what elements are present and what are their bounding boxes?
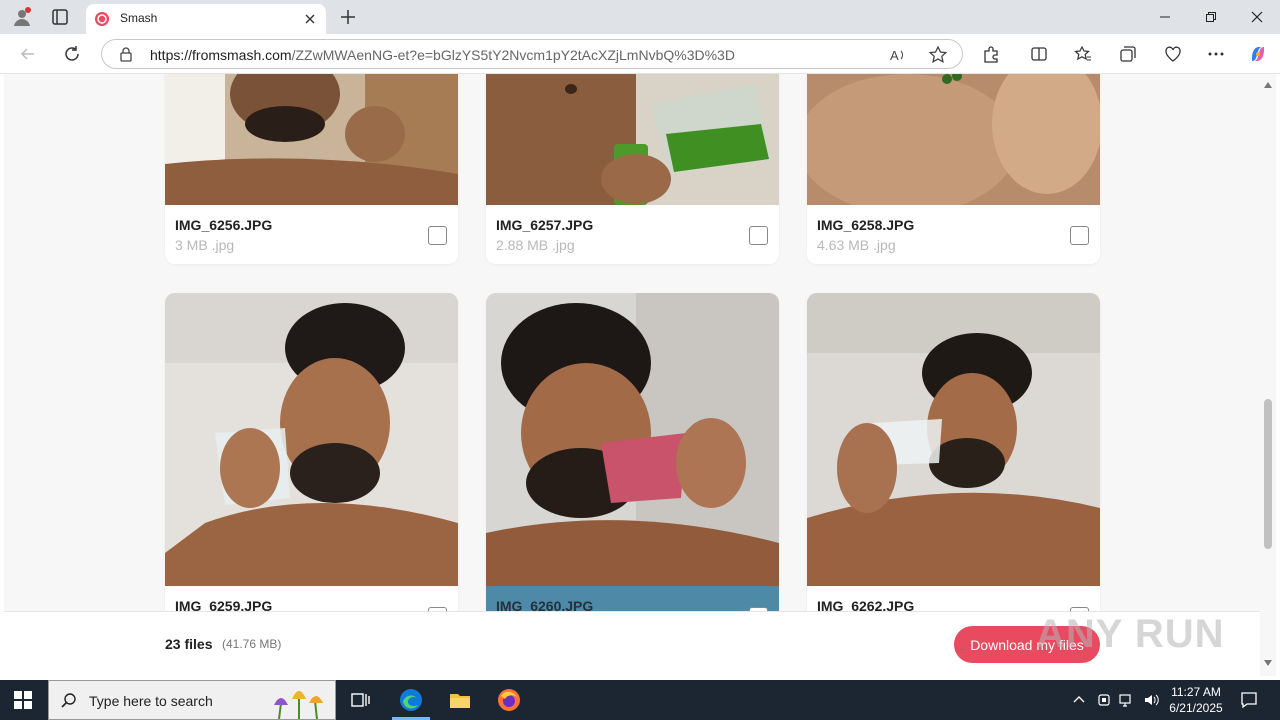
file-thumbnail[interactable] [165, 74, 458, 205]
file-card[interactable]: IMG_6259.JPG [165, 293, 458, 646]
minimize-icon [1160, 16, 1170, 18]
url-host: https://fromsmash.com [150, 47, 292, 63]
refresh-icon [65, 46, 79, 61]
taskbar-search-box[interactable]: Type here to search [48, 680, 336, 720]
file-thumbnail[interactable] [807, 293, 1100, 586]
new-tab-icon[interactable] [338, 7, 358, 27]
favorite-star-icon[interactable] [928, 45, 948, 65]
file-meta: IMG_6257.JPG 2.88 MB .jpg [486, 205, 779, 264]
browser-tab-smash[interactable]: Smash [86, 4, 326, 34]
system-clock[interactable]: 11:27 AM 6/21/2025 [1160, 684, 1232, 716]
file-select-checkbox[interactable] [428, 226, 447, 245]
file-explorer-icon[interactable] [448, 688, 472, 712]
file-card[interactable]: IMG_6256.JPG 3 MB .jpg [165, 74, 458, 264]
file-card[interactable]: IMG_6257.JPG 2.88 MB .jpg [486, 74, 779, 264]
restore-icon [1206, 12, 1216, 22]
file-size: 2.88 MB .jpg [496, 237, 575, 253]
total-size: (41.76 MB) [222, 637, 282, 651]
task-view-icon[interactable] [348, 688, 372, 712]
file-thumbnail[interactable] [165, 293, 458, 586]
settings-menu-button[interactable] [1205, 43, 1227, 65]
puzzle-icon [984, 46, 998, 63]
search-placeholder: Type here to search [89, 693, 213, 709]
file-size: 3 MB .jpg [175, 237, 235, 253]
read-aloud-icon[interactable]: A [888, 45, 908, 65]
file-name: IMG_6257.JPG [496, 217, 594, 233]
close-icon [1251, 11, 1263, 23]
more-dots-icon [1208, 52, 1224, 56]
extensions-button[interactable] [980, 43, 1002, 65]
lock-icon[interactable] [118, 46, 134, 62]
favorites-icon [1074, 45, 1091, 61]
tab-title: Smash [120, 11, 158, 25]
file-name: IMG_6258.JPG [817, 217, 915, 233]
chevron-up-icon[interactable] [1071, 692, 1087, 708]
file-meta: IMG_6256.JPG 3 MB .jpg [165, 205, 458, 264]
scroll-down-icon[interactable] [1264, 660, 1272, 666]
split-screen-icon [1031, 47, 1047, 61]
device-icon[interactable] [1096, 692, 1112, 708]
url-path: /ZZwMWAenNG-et?e=bGlzYS5tY2Nvcm1pY2tAcXZ… [291, 47, 735, 63]
file-card-selected[interactable]: IMG_6260.JPG [486, 293, 779, 646]
notifications-icon[interactable] [1240, 691, 1258, 709]
page-scrollbar[interactable] [1260, 74, 1276, 676]
close-tab-icon[interactable] [302, 11, 318, 27]
scroll-thumb[interactable] [1264, 399, 1272, 549]
copilot-button[interactable] [1247, 43, 1269, 65]
file-select-checkbox[interactable] [749, 226, 768, 245]
back-button[interactable] [17, 43, 39, 65]
collections-button[interactable] [1117, 43, 1139, 65]
refresh-button[interactable] [61, 43, 83, 65]
page-viewport: IMG_6256.JPG 3 MB .jpg IMG_6257.JPG 2.88… [4, 74, 1260, 676]
clock-date: 6/21/2025 [1169, 701, 1223, 715]
url-text[interactable]: https://fromsmash.com/ZZwMWAenNG-et?e=bG… [150, 47, 735, 63]
edge-browser-icon[interactable] [399, 688, 423, 712]
address-bar[interactable]: https://fromsmash.com/ZZwMWAenNG-et?e=bG… [101, 39, 963, 69]
firefox-icon[interactable] [497, 688, 521, 712]
file-thumbnail[interactable] [486, 293, 779, 586]
minimize-button[interactable] [1142, 5, 1188, 29]
file-meta: IMG_6258.JPG 4.63 MB .jpg [807, 205, 1100, 264]
volume-icon[interactable] [1143, 692, 1159, 708]
file-size: 4.63 MB .jpg [817, 237, 896, 253]
windows-taskbar: Type here to search 11:27 AM 6/21/2025 [0, 680, 1280, 720]
tulips-decoration-icon [274, 691, 323, 719]
collections-icon [1120, 46, 1136, 62]
profile-icon[interactable] [12, 7, 32, 27]
svg-text:A: A [890, 48, 899, 63]
file-card[interactable]: IMG_6258.JPG 4.63 MB .jpg [807, 74, 1100, 264]
browser-essentials-button[interactable] [1162, 43, 1184, 65]
search-icon [61, 693, 76, 708]
file-thumbnail[interactable] [807, 74, 1100, 205]
restore-button[interactable] [1188, 5, 1234, 29]
file-select-checkbox[interactable] [1070, 226, 1089, 245]
file-count: 23 files [165, 636, 213, 652]
windows-start-icon[interactable] [14, 691, 32, 709]
close-window-button[interactable] [1234, 5, 1280, 29]
favorites-button[interactable] [1072, 43, 1094, 65]
heartbeat-icon [1165, 46, 1181, 62]
tab-actions-icon[interactable] [50, 7, 70, 27]
scroll-up-icon[interactable] [1264, 82, 1272, 88]
file-name: IMG_6256.JPG [175, 217, 273, 233]
smash-favicon-icon [95, 12, 109, 26]
back-arrow-icon [20, 48, 34, 60]
browser-tab-strip: Smash [0, 0, 1280, 34]
browser-toolbar: https://fromsmash.com/ZZwMWAenNG-et?e=bG… [0, 34, 1280, 74]
clock-time: 11:27 AM [1171, 685, 1221, 699]
file-card[interactable]: IMG_6262.JPG [807, 293, 1100, 646]
network-icon[interactable] [1119, 692, 1135, 708]
copilot-icon [1252, 47, 1264, 61]
anyrun-watermark: ANY RUN [1036, 612, 1225, 656]
split-screen-button[interactable] [1028, 43, 1050, 65]
file-thumbnail[interactable] [486, 74, 779, 205]
